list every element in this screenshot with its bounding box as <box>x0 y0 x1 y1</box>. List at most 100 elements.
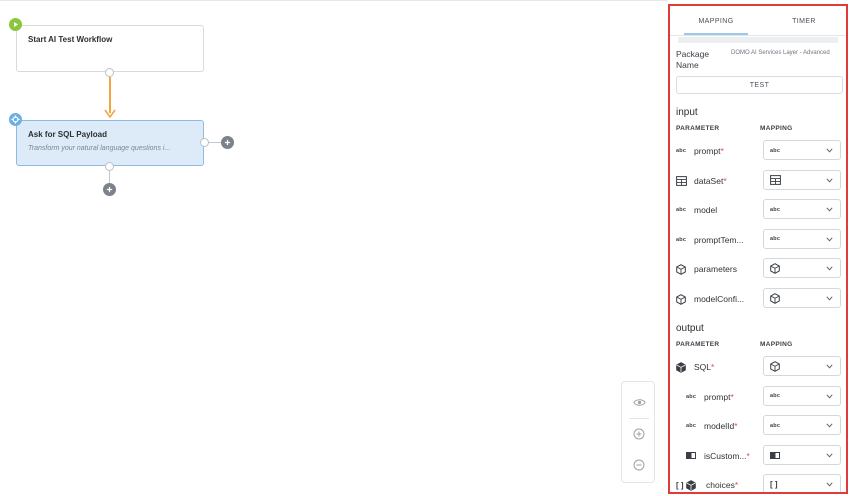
sql-node-bottom-port[interactable] <box>105 162 114 171</box>
mapping-select[interactable] <box>763 356 841 376</box>
tab-timer[interactable]: TIMER <box>762 6 846 36</box>
start-node-title: Start AI Test Workflow <box>28 35 113 44</box>
chevron-down-icon <box>825 362 834 371</box>
tab-mapping[interactable]: MAPPING <box>670 6 762 36</box>
sql-node-description: Transform your natural language question… <box>28 145 171 152</box>
input-col-mapping: MAPPING <box>760 125 793 132</box>
chevron-down-icon <box>825 146 834 155</box>
parameter-name: isCustom...* <box>704 450 750 461</box>
chevron-down-icon <box>825 205 834 214</box>
required-marker: * <box>723 175 727 186</box>
parameter-row: abc model abc <box>670 199 846 221</box>
zoom-out-button[interactable] <box>622 450 656 480</box>
parameter-type-icon <box>676 263 686 275</box>
cube-icon <box>676 264 686 275</box>
parameter-type-icon <box>676 361 686 373</box>
horizontal-scrollbar[interactable] <box>678 37 838 43</box>
text-type-icon: abc <box>676 236 687 243</box>
properties-panel: MAPPING TIMER Package Name DOMO AI Servi… <box>668 4 848 494</box>
parameter-type-icon: abc <box>676 145 686 157</box>
required-marker: * <box>734 421 738 432</box>
test-button[interactable]: TEST <box>676 76 843 94</box>
gear-icon <box>9 113 22 126</box>
mapping-type-icon <box>770 293 780 304</box>
cube-icon <box>770 293 780 304</box>
sql-payload-node[interactable]: Ask for SQL Payload Transform your natur… <box>16 120 204 166</box>
parameter-row: abc prompt* abc <box>670 140 846 162</box>
text-type-icon: abc <box>770 236 781 243</box>
mapping-select[interactable] <box>763 444 841 465</box>
mapping-select[interactable]: abc <box>763 385 841 406</box>
cube-icon <box>770 263 780 275</box>
mapping-select[interactable]: abc <box>763 199 841 220</box>
add-branch-button[interactable] <box>221 136 234 149</box>
text-type-icon: abc <box>770 393 781 400</box>
zoom-in-icon <box>633 428 645 440</box>
preview-button[interactable] <box>622 387 656 417</box>
mapping-type-icon <box>770 263 780 275</box>
parameter-type-icon: [ ] <box>676 479 696 491</box>
connector-arrow-icon <box>104 109 116 119</box>
parameter-name: choices* <box>706 480 739 491</box>
mapping-select[interactable]: abc <box>763 140 841 160</box>
toggle-icon <box>686 452 696 460</box>
mapping-type-icon: abc <box>770 145 780 156</box>
parameter-type-icon <box>676 175 687 187</box>
parameter-row: dataSet* <box>670 169 846 192</box>
required-marker: * <box>730 391 734 402</box>
parameter-name: parameters <box>694 264 737 275</box>
text-type-icon: abc <box>676 207 687 214</box>
required-marker: * <box>720 146 724 156</box>
parameter-row: abc modelId* abc <box>670 415 846 437</box>
mapping-type-icon: abc <box>770 391 780 402</box>
add-step-button[interactable] <box>103 183 116 196</box>
array-icon: [ ] <box>770 480 778 490</box>
mapping-type-icon <box>770 175 781 186</box>
toggle-icon <box>770 451 780 459</box>
parameter-row: parameters <box>670 258 846 280</box>
parameter-type-icon <box>686 450 696 462</box>
parameter-name: modelConfi... <box>694 294 745 304</box>
required-marker: * <box>746 450 750 461</box>
parameter-type-icon: abc <box>676 204 686 216</box>
mapping-select[interactable] <box>763 169 841 190</box>
workflow-canvas[interactable]: Start AI Test Workflow Ask for SQL Paylo… <box>0 0 668 496</box>
mapping-type-icon: [ ] <box>770 479 778 490</box>
required-marker: * <box>734 480 739 491</box>
mapping-type-icon <box>770 450 780 461</box>
start-node[interactable]: Start AI Test Workflow <box>16 25 204 72</box>
text-type-icon: abc <box>686 393 697 400</box>
cube-icon <box>676 293 686 305</box>
text-type-icon: abc <box>676 148 687 154</box>
mapping-select[interactable]: [ ] <box>763 474 841 492</box>
mapping-select[interactable] <box>763 288 841 308</box>
output-section-title: output <box>676 323 704 334</box>
zoom-in-button[interactable] <box>622 419 656 449</box>
table-icon <box>676 175 687 186</box>
eye-icon <box>632 398 646 406</box>
parameter-row: [ ] choices* [ ] <box>670 474 846 492</box>
parameter-type-icon: abc <box>686 391 696 403</box>
mapping-select[interactable]: abc <box>763 415 841 436</box>
chevron-down-icon <box>825 176 834 185</box>
input-col-parameter: PARAMETER <box>676 125 720 132</box>
sql-node-right-port[interactable] <box>200 138 209 147</box>
chevron-down-icon <box>825 480 834 489</box>
mapping-select[interactable]: abc <box>763 228 841 249</box>
table-icon <box>770 175 781 185</box>
parameter-row: modelConfi... <box>670 288 846 310</box>
cube-filled-icon <box>676 361 686 373</box>
mapping-select[interactable] <box>763 258 841 279</box>
input-section-title: input <box>676 107 698 118</box>
parameter-name: prompt* <box>704 391 734 402</box>
chevron-down-icon <box>825 264 834 273</box>
chevron-down-icon <box>825 451 834 460</box>
array-cube-icon: [ ] <box>676 480 696 491</box>
parameter-row: isCustom...* <box>670 444 846 467</box>
parameter-row: abc prompt* abc <box>670 385 846 408</box>
output-col-parameter: PARAMETER <box>676 341 720 348</box>
start-node-output-port[interactable] <box>105 68 114 77</box>
mapping-type-icon: abc <box>770 234 780 245</box>
workflow-connector <box>109 77 111 113</box>
parameter-row: abc promptTem... abc <box>670 228 846 251</box>
